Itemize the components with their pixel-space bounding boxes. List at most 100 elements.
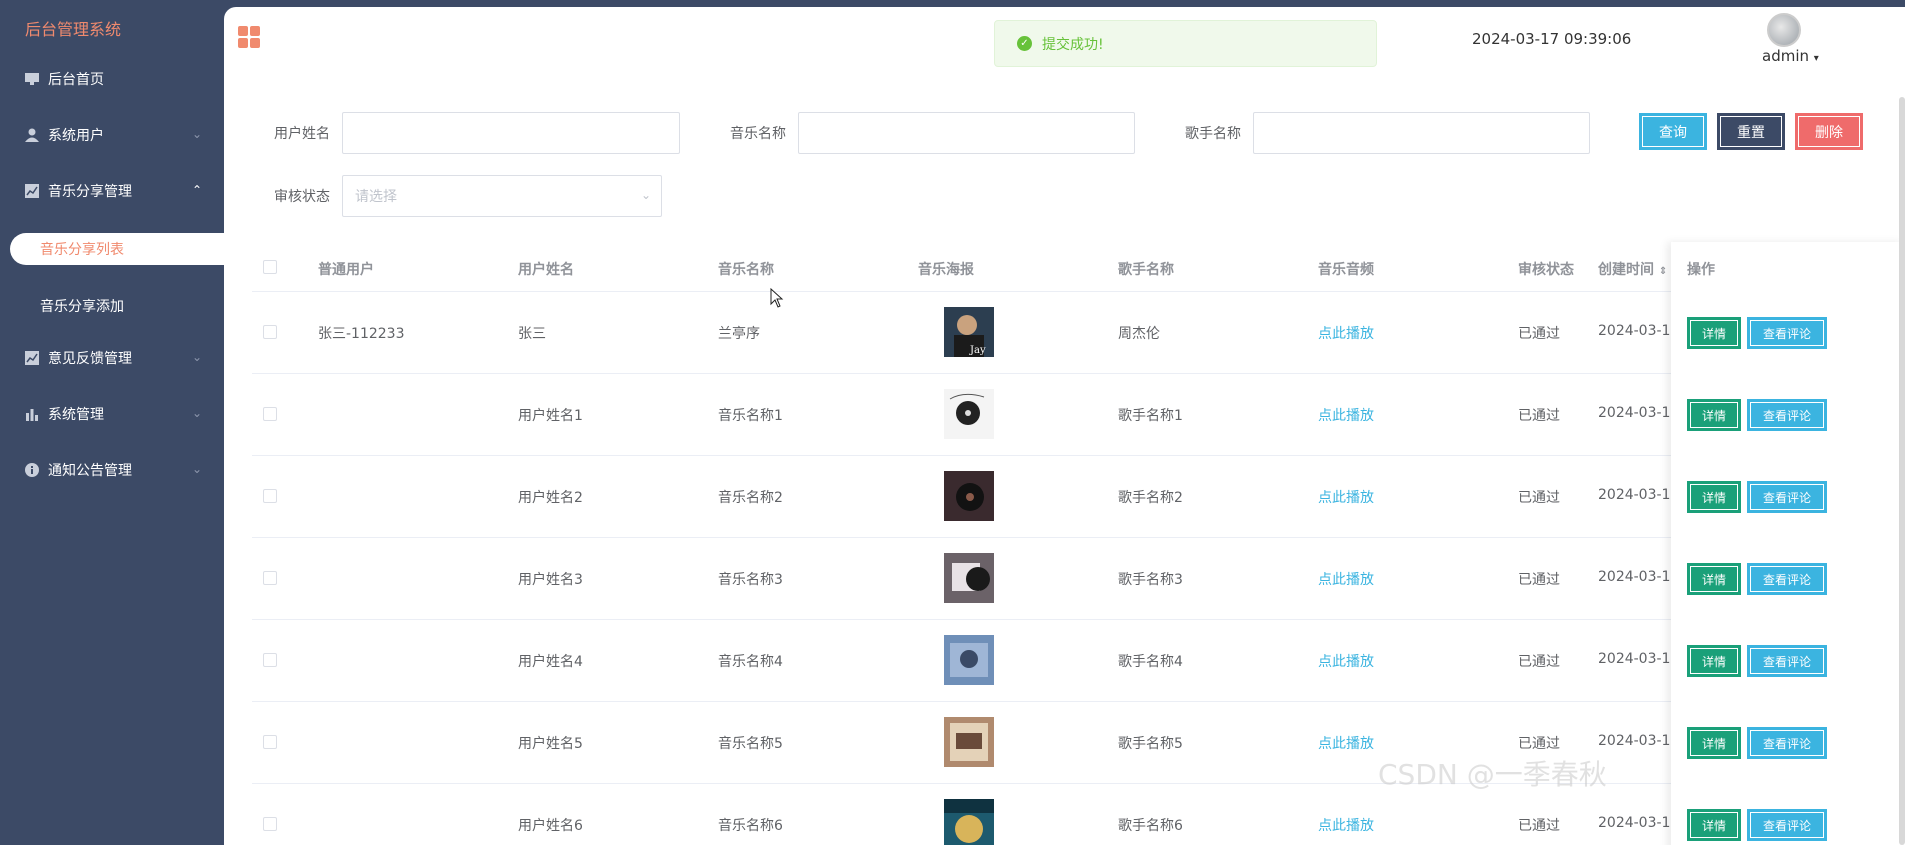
svg-text:Jay: Jay — [969, 345, 986, 356]
play-audio-link[interactable]: 点此播放 — [1318, 733, 1374, 753]
cell-singer: 周杰伦 — [1118, 326, 1160, 342]
play-audio-link[interactable]: 点此播放 — [1318, 651, 1374, 671]
col-header: 普通用户 — [318, 262, 374, 278]
view-comments-button[interactable]: 查看评论 — [1747, 809, 1827, 841]
music-poster-image[interactable] — [944, 471, 994, 521]
main-content: 台 2024-03-17 09:39:06 admin ▾ 用户姓名 音乐名称 … — [224, 7, 1905, 845]
status-select[interactable]: 请选择 ⌄ — [342, 175, 662, 217]
cell-time: 2024-03-17 — [1598, 323, 1680, 339]
sidebar-item-home[interactable]: 后台首页 — [0, 59, 224, 99]
row-checkbox[interactable] — [263, 653, 277, 667]
cell-status: 已通过 — [1518, 654, 1560, 670]
chevron-down-icon: ⌄ — [640, 188, 651, 202]
sidebar-item-music-share[interactable]: 音乐分享管理 ⌃ — [0, 171, 224, 211]
music-name-input[interactable] — [798, 112, 1135, 154]
select-all-checkbox[interactable] — [263, 260, 277, 274]
row-checkbox[interactable] — [263, 325, 277, 339]
table-row: 用户姓名3 音乐名称3 歌手名称3 点此播放 已通过 2024-03-17 — [252, 538, 1872, 620]
chart-line-icon — [24, 350, 40, 366]
user-icon — [24, 127, 40, 143]
cell-status: 已通过 — [1518, 736, 1560, 752]
submenu-item-music-share-list[interactable]: 音乐分享列表 — [10, 233, 224, 265]
col-header-label: 创建时间 — [1598, 262, 1654, 278]
col-header: 审核状态 — [1518, 262, 1574, 278]
success-toast: ✓ 提交成功! — [994, 20, 1377, 67]
music-poster-image[interactable] — [944, 389, 994, 439]
view-comments-button[interactable]: 查看评论 — [1747, 727, 1827, 759]
delete-button[interactable]: 删除 — [1795, 113, 1863, 150]
sidebar-item-notice[interactable]: 通知公告管理 ⌄ — [0, 450, 224, 490]
music-poster-image[interactable] — [944, 635, 994, 685]
cell-music: 音乐名称6 — [718, 818, 783, 834]
detail-button[interactable]: 详情 — [1687, 809, 1741, 841]
user-menu[interactable]: admin ▾ — [1762, 47, 1819, 65]
cell-singer: 歌手名称6 — [1118, 818, 1183, 834]
detail-button[interactable]: 详情 — [1687, 563, 1741, 595]
singer-name-input[interactable] — [1253, 112, 1590, 154]
play-audio-link[interactable]: 点此播放 — [1318, 487, 1374, 507]
cell-time: 2024-03-17 — [1598, 405, 1680, 421]
sidebar-item-feedback[interactable]: 意见反馈管理 ⌄ — [0, 338, 224, 378]
vertical-scrollbar[interactable] — [1899, 97, 1905, 845]
username-input[interactable] — [342, 112, 680, 154]
user-name: admin — [1762, 47, 1809, 65]
detail-button[interactable]: 详情 — [1687, 481, 1741, 513]
play-audio-link[interactable]: 点此播放 — [1318, 569, 1374, 589]
cell-name: 用户姓名6 — [518, 818, 583, 834]
cell-time: 2024-03-17 — [1598, 733, 1680, 749]
sidebar-item-label: 系统管理 — [48, 407, 104, 423]
col-header: 用户姓名 — [518, 262, 574, 278]
cell-time: 2024-03-17 — [1598, 815, 1680, 831]
cell-music: 音乐名称1 — [718, 408, 783, 424]
filter-status-label: 审核状态 — [274, 189, 330, 205]
submenu-item-music-share-add[interactable]: 音乐分享添加 — [40, 296, 124, 316]
cell-name: 用户姓名1 — [518, 408, 583, 424]
table-row: 张三-112233 张三 兰亭序 Jay 周杰伦 点此播放 已通过 2024-0… — [252, 292, 1872, 374]
detail-button[interactable]: 详情 — [1687, 399, 1741, 431]
row-checkbox[interactable] — [263, 571, 277, 585]
row-checkbox[interactable] — [263, 489, 277, 503]
row-checkbox[interactable] — [263, 817, 277, 831]
cell-name: 张三 — [518, 326, 546, 342]
play-audio-link[interactable]: 点此播放 — [1318, 323, 1374, 343]
chevron-down-icon: ⌄ — [191, 406, 202, 420]
bar-chart-icon — [24, 406, 40, 422]
monitor-icon — [24, 71, 40, 87]
submenu-label: 音乐分享列表 — [40, 242, 124, 258]
view-comments-button[interactable]: 查看评论 — [1747, 645, 1827, 677]
music-poster-image[interactable] — [944, 799, 994, 845]
detail-button[interactable]: 详情 — [1687, 317, 1741, 349]
sidebar-item-label: 音乐分享管理 — [48, 184, 132, 200]
view-comments-button[interactable]: 查看评论 — [1747, 481, 1827, 513]
avatar[interactable] — [1767, 13, 1801, 47]
status-placeholder: 请选择 — [355, 189, 397, 205]
chart-line-icon — [24, 183, 40, 199]
cell-time: 2024-03-17 — [1598, 569, 1680, 585]
grid-menu-icon[interactable] — [238, 26, 260, 48]
row-checkbox[interactable] — [263, 407, 277, 421]
cell-music: 音乐名称4 — [718, 654, 783, 670]
cell-user: 张三-112233 — [318, 326, 405, 342]
cell-singer: 歌手名称3 — [1118, 572, 1183, 588]
view-comments-button[interactable]: 查看评论 — [1747, 563, 1827, 595]
col-header-sortable[interactable]: 创建时间 ⇕ — [1598, 259, 1667, 279]
play-audio-link[interactable]: 点此播放 — [1318, 405, 1374, 425]
table-row: 用户姓名1 音乐名称1 歌手名称1 点此播放 已通过 2024-03-17 — [252, 374, 1872, 456]
detail-button[interactable]: 详情 — [1687, 727, 1741, 759]
play-audio-link[interactable]: 点此播放 — [1318, 815, 1374, 835]
sidebar-item-system-management[interactable]: 系统管理 ⌄ — [0, 394, 224, 434]
music-poster-image[interactable] — [944, 717, 994, 767]
query-button[interactable]: 查询 — [1639, 113, 1707, 150]
reset-button[interactable]: 重置 — [1717, 113, 1785, 150]
cell-status: 已通过 — [1518, 818, 1560, 834]
music-poster-image[interactable] — [944, 553, 994, 603]
row-checkbox[interactable] — [263, 735, 277, 749]
sidebar-item-system-users[interactable]: 系统用户 ⌄ — [0, 115, 224, 155]
cell-status: 已通过 — [1518, 408, 1560, 424]
music-poster-image[interactable]: Jay — [944, 307, 994, 357]
view-comments-button[interactable]: 查看评论 — [1747, 317, 1827, 349]
chevron-down-icon: ⌄ — [191, 127, 202, 141]
view-comments-button[interactable]: 查看评论 — [1747, 399, 1827, 431]
col-header: 音乐音频 — [1318, 262, 1374, 278]
detail-button[interactable]: 详情 — [1687, 645, 1741, 677]
